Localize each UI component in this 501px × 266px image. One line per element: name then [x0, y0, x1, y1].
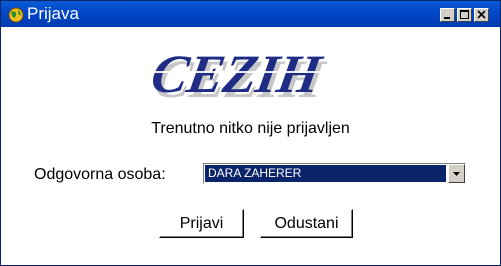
- select-value: DARA ZAHERER: [208, 166, 302, 180]
- dialog-body: CEZIH CEZIH Trenutno nitko nije prijavlj…: [1, 27, 500, 265]
- select-selected-highlight: DARA ZAHERER: [205, 165, 446, 182]
- cezih-logo: CEZIH CEZIH: [75, 47, 403, 101]
- login-button[interactable]: Prijavi: [159, 209, 244, 238]
- maximize-button[interactable]: [457, 8, 472, 22]
- responsible-person-label: Odgovorna osoba:: [34, 166, 166, 183]
- minimize-button[interactable]: [440, 8, 455, 22]
- globe-icon: [8, 7, 24, 23]
- window-title: Prijava: [27, 4, 79, 23]
- chevron-down-icon: [453, 172, 460, 176]
- dropdown-button[interactable]: [448, 164, 465, 183]
- maximize-icon: [460, 10, 469, 19]
- login-window: Prijava CEZIH CEZIH Trenutno nitko nije …: [0, 0, 501, 266]
- close-button[interactable]: [474, 8, 489, 22]
- logo-text: CEZIH: [147, 47, 327, 101]
- login-status-text: Trenutno nitko nije prijavljen: [151, 120, 350, 137]
- cancel-button[interactable]: Odustani: [260, 209, 353, 238]
- minimize-icon: [444, 17, 450, 19]
- close-icon: [477, 10, 486, 19]
- title-bar[interactable]: Prijava: [1, 1, 500, 27]
- responsible-person-select[interactable]: DARA ZAHERER: [203, 163, 466, 184]
